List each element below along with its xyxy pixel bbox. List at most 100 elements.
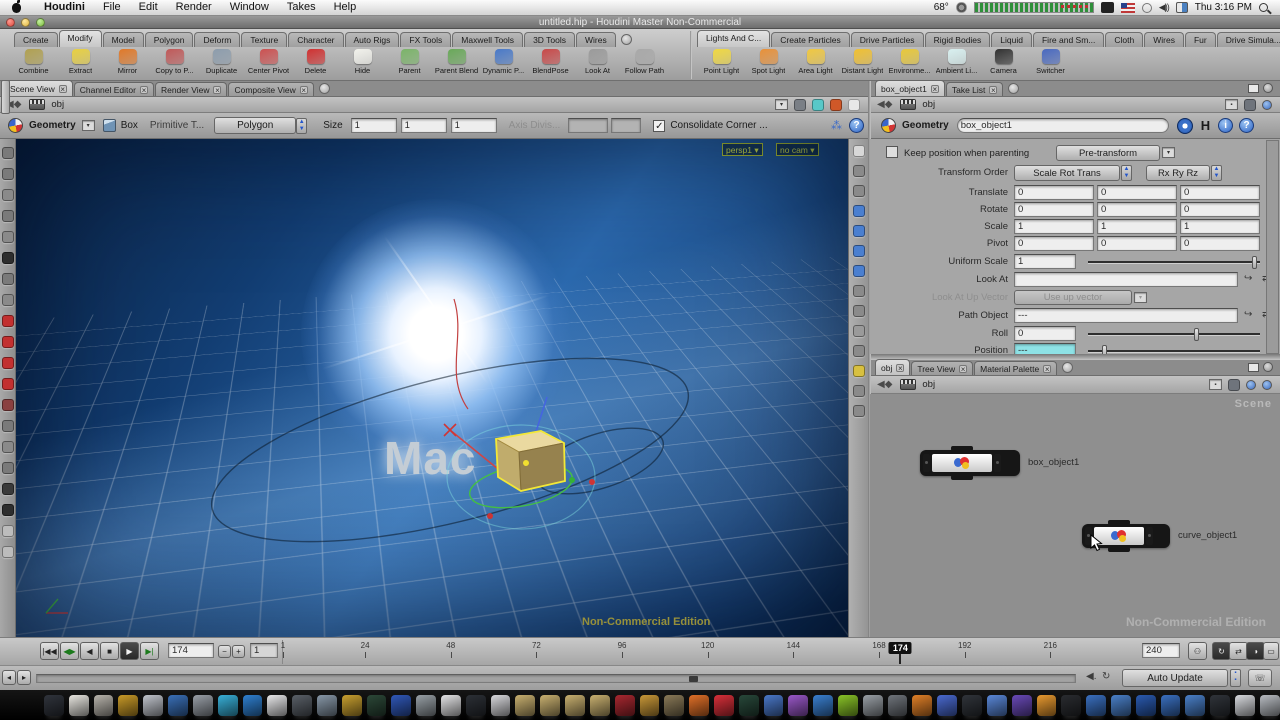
toolbar-icon[interactable] bbox=[2, 546, 14, 558]
path-pick-icon[interactable]: ↪ bbox=[1244, 309, 1252, 320]
shelf-tab-add-button[interactable] bbox=[621, 34, 632, 45]
shelf-tool-ambient-li-[interactable]: Ambient Li... bbox=[933, 47, 980, 81]
toolbar-icon[interactable] bbox=[853, 185, 865, 197]
dock-icon[interactable] bbox=[441, 695, 461, 716]
auto-update-spinner[interactable]: ▪▪ bbox=[1230, 669, 1241, 687]
network-editor[interactable]: Scene box_object1 bbox=[870, 394, 1280, 637]
node-body[interactable] bbox=[932, 454, 992, 472]
toolbar-icon[interactable] bbox=[2, 315, 14, 327]
dock-icon[interactable] bbox=[1012, 695, 1032, 716]
pane-tab-box-object1[interactable]: box_object1× bbox=[875, 80, 945, 96]
shelf-tab-drive-particles[interactable]: Drive Particles bbox=[851, 32, 924, 47]
look-at-field[interactable] bbox=[1014, 272, 1238, 287]
pivot-z-field[interactable]: 0 bbox=[1180, 236, 1260, 251]
close-icon[interactable]: × bbox=[896, 364, 904, 372]
rotate-x-field[interactable]: 0 bbox=[1014, 202, 1094, 217]
toolbar-icon[interactable] bbox=[853, 385, 865, 397]
dock-icon[interactable] bbox=[267, 695, 287, 716]
net-network-icon[interactable] bbox=[900, 379, 916, 390]
toolbar-icon[interactable] bbox=[2, 210, 14, 222]
menu-item-edit[interactable]: Edit bbox=[130, 1, 167, 13]
shelf-tool-copy-to-p-[interactable]: Copy to P... bbox=[151, 47, 198, 81]
shelf-tool-spot-light[interactable]: Spot Light bbox=[745, 47, 792, 81]
translate-y-field[interactable]: 0 bbox=[1097, 185, 1177, 200]
recook-icon[interactable]: ↻ bbox=[1102, 671, 1110, 682]
menu-item-file[interactable]: File bbox=[94, 1, 130, 13]
snapshot-icon[interactable] bbox=[848, 99, 860, 111]
primitive-type-dropdown[interactable]: Polygon bbox=[214, 117, 296, 134]
dock-icon[interactable] bbox=[1235, 695, 1255, 716]
shelf-tool-area-light[interactable]: Area Light bbox=[792, 47, 839, 81]
node-name-field[interactable]: box_object1 bbox=[957, 118, 1169, 133]
dock-icon[interactable] bbox=[689, 695, 709, 716]
dock-icon[interactable] bbox=[1136, 695, 1156, 716]
toolbar-icon[interactable] bbox=[2, 483, 14, 495]
net-back-arrow-icon[interactable]: ◀◆ bbox=[877, 379, 892, 390]
shelf-tool-mirror[interactable]: Mirror bbox=[104, 47, 151, 81]
dock-icon[interactable] bbox=[391, 695, 411, 716]
node-left-flag[interactable] bbox=[923, 454, 930, 472]
toolbar-icon[interactable] bbox=[853, 165, 865, 177]
memory-monitor-button[interactable]: ☏ bbox=[1248, 669, 1272, 687]
primitive-spinner[interactable]: ▲▼ bbox=[296, 118, 307, 134]
shelf-tab-maxwell-tools[interactable]: Maxwell Tools bbox=[452, 32, 523, 47]
pretransform-dropdown[interactable]: Pre-transform bbox=[1056, 145, 1160, 161]
dock-icon[interactable] bbox=[838, 695, 858, 716]
dock-icon[interactable] bbox=[540, 695, 560, 716]
scene-viewport[interactable]: Mac persp1 ▾ no cam ▾ Non-Commerci bbox=[16, 139, 848, 637]
uniform-scale-field[interactable]: 1 bbox=[1014, 254, 1076, 269]
dock-icon[interactable] bbox=[367, 695, 387, 716]
scale-z-field[interactable]: 1 bbox=[1180, 219, 1260, 234]
dock-icon[interactable] bbox=[1037, 695, 1057, 716]
dock-icon[interactable] bbox=[317, 695, 337, 716]
step-forward-button[interactable]: ▶| bbox=[140, 642, 159, 660]
dock-icon[interactable] bbox=[788, 695, 808, 716]
shelf-tool-center-pivot[interactable]: Center Pivot bbox=[245, 47, 292, 81]
close-icon[interactable]: × bbox=[213, 86, 221, 94]
current-frame-field[interactable]: 174 bbox=[168, 643, 214, 658]
gear-icon[interactable] bbox=[956, 2, 967, 13]
toolbar-icon[interactable] bbox=[2, 273, 14, 285]
network-type-icon[interactable] bbox=[29, 99, 45, 110]
position-slider[interactable] bbox=[1088, 350, 1260, 353]
roll-field[interactable]: 0 bbox=[1014, 326, 1076, 341]
pane-tab-scene-view[interactable]: Scene View× bbox=[4, 80, 73, 96]
param-jump-icon[interactable] bbox=[1262, 100, 1272, 110]
pane-tab-channel-editor[interactable]: Channel Editor× bbox=[74, 82, 154, 96]
net-pin-icon[interactable] bbox=[1228, 379, 1240, 391]
dock-icon[interactable] bbox=[863, 695, 883, 716]
pane-tab-tree-view[interactable]: Tree View× bbox=[911, 361, 973, 375]
range-start-field[interactable]: 1 bbox=[250, 643, 278, 658]
dock-icon[interactable] bbox=[912, 695, 932, 716]
dock-icon[interactable] bbox=[888, 695, 908, 716]
auto-update-dropdown[interactable]: Auto Update bbox=[1122, 669, 1228, 687]
memory-arrow-icon[interactable]: ◀. bbox=[1086, 671, 1096, 682]
shelf-tool-follow-path[interactable]: Follow Path bbox=[621, 47, 668, 81]
shelf-tool-parent-blend[interactable]: Parent Blend bbox=[433, 47, 480, 81]
scale-x-field[interactable]: 1 bbox=[1014, 219, 1094, 234]
shelf-tab-fur[interactable]: Fur bbox=[1185, 32, 1216, 47]
menu-item-render[interactable]: Render bbox=[167, 1, 221, 13]
toolbar-icon[interactable] bbox=[2, 399, 14, 411]
dock-icon[interactable] bbox=[565, 695, 585, 716]
shelf-tool-environme-[interactable]: Environme... bbox=[886, 47, 933, 81]
cpu-meter-icon[interactable] bbox=[974, 2, 1094, 13]
flask-icon[interactable] bbox=[812, 99, 824, 111]
network-path[interactable]: obj bbox=[51, 99, 64, 110]
dock-icon[interactable] bbox=[193, 695, 213, 716]
network-menu-icon[interactable] bbox=[1263, 362, 1273, 372]
toolbar-icon[interactable] bbox=[2, 189, 14, 201]
toolbar-icon[interactable] bbox=[2, 441, 14, 453]
material-sphere-icon[interactable] bbox=[830, 99, 842, 111]
toolbar-icon[interactable] bbox=[2, 168, 14, 180]
node-input-tab[interactable] bbox=[1108, 520, 1130, 525]
translate-x-field[interactable]: 0 bbox=[1014, 185, 1094, 200]
dock-icon[interactable] bbox=[342, 695, 362, 716]
pane-tab-composite-view[interactable]: Composite View× bbox=[228, 82, 313, 96]
range-end-field[interactable]: 240 bbox=[1142, 643, 1180, 658]
playhead[interactable] bbox=[899, 654, 901, 664]
translate-z-field[interactable]: 0 bbox=[1180, 185, 1260, 200]
shelf-tab-fx-tools[interactable]: FX Tools bbox=[400, 32, 451, 47]
stop-button[interactable]: ■ bbox=[100, 642, 119, 660]
shelf-tool-dynamic-p-[interactable]: Dynamic P... bbox=[480, 47, 527, 81]
